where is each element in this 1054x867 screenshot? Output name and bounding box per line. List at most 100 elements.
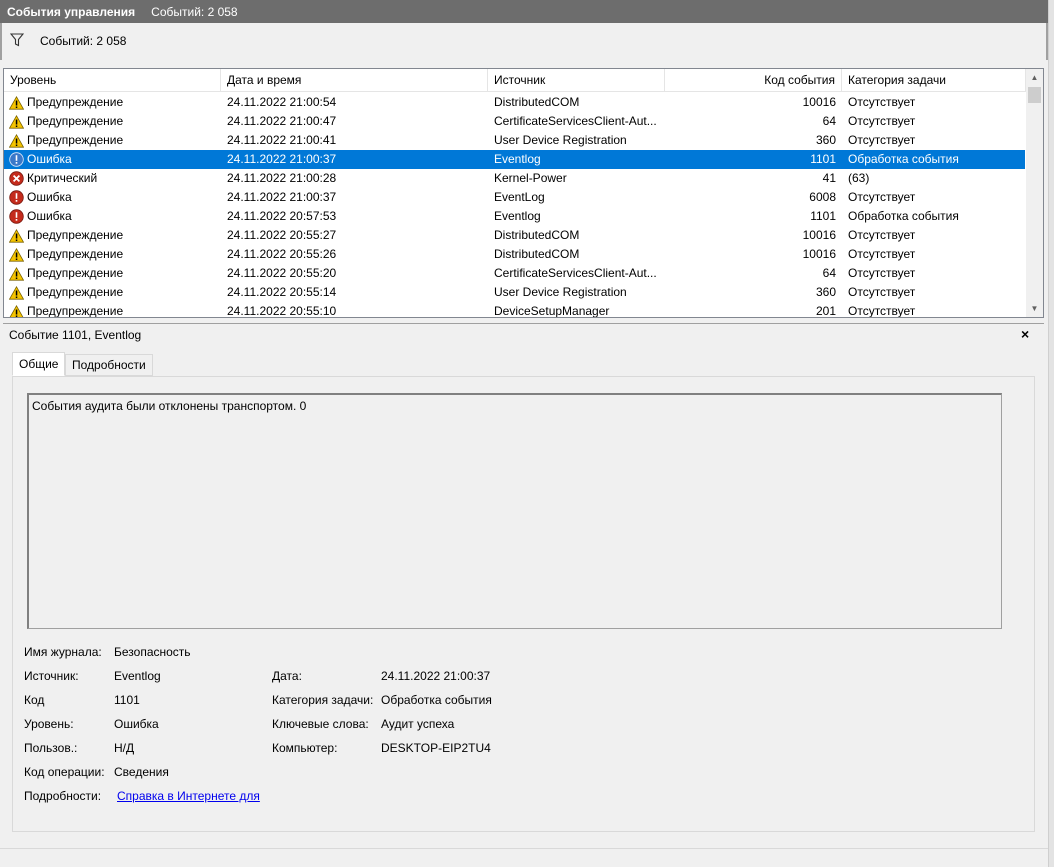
category-cell: Отсутствует: [848, 304, 916, 318]
warning-icon: [8, 95, 24, 111]
warning-icon: [8, 247, 24, 263]
online-help-link[interactable]: Справка в Интернете для: [117, 789, 260, 803]
code-cell: 64: [822, 114, 836, 128]
source-cell: Eventlog: [494, 152, 541, 166]
datetime-cell: 24.11.2022 21:00:41: [227, 133, 337, 147]
critical-icon: [8, 171, 24, 187]
warning-icon: [8, 133, 24, 149]
tab-general[interactable]: Общие: [12, 352, 66, 376]
code-value: 1101: [114, 693, 140, 707]
datetime-cell: 24.11.2022 20:55:14: [227, 285, 337, 299]
code-cell: 10016: [802, 95, 836, 109]
code-cell: 6008: [809, 190, 836, 204]
table-row[interactable]: Ошибка 24.11.2022 21:00:37 EventLog 6008 Отс…: [4, 188, 1025, 207]
log-name-label: Имя журнала:: [24, 645, 102, 659]
table-row[interactable]: Предупреждение 24.11.2022 20:55:14 User De…: [4, 283, 1025, 302]
level-cell: Предупреждение: [8, 264, 218, 283]
user-label: Пользов.:: [24, 741, 78, 755]
level-text: Ошибка: [27, 152, 72, 166]
table-row[interactable]: Предупреждение 24.11.2022 21:00:47 Certifi…: [4, 112, 1025, 131]
code-cell: 41: [822, 171, 836, 185]
category-cell: Отсутствует: [848, 114, 916, 128]
level-text: Критический: [27, 171, 98, 185]
level-cell: Предупреждение: [8, 112, 218, 131]
category-cell: Обработка события: [848, 209, 959, 223]
filter-icon[interactable]: [10, 33, 24, 47]
level-cell: Критический: [8, 169, 218, 188]
category-cell: Отсутствует: [848, 133, 916, 147]
table-row[interactable]: Предупреждение 24.11.2022 20:55:27 Distrib…: [4, 226, 1025, 245]
level-cell: Предупреждение: [8, 226, 218, 245]
column-header-level[interactable]: Уровень: [4, 69, 221, 92]
more-info-label: Подробности:: [24, 789, 102, 803]
event-rows: Предупреждение 24.11.2022 21:00:54 Distrib…: [4, 93, 1025, 318]
error-icon: [8, 152, 24, 168]
level-text: Ошибка: [27, 190, 72, 204]
warning-icon: [8, 228, 24, 244]
datetime-cell: 24.11.2022 21:00:37: [227, 152, 337, 166]
table-row[interactable]: Ошибка 24.11.2022 20:57:53 Eventlog 1101 Обр…: [4, 207, 1025, 226]
error-icon: [8, 190, 24, 206]
column-header-source[interactable]: Источник: [488, 69, 665, 92]
task-category-label: Категория задачи:: [272, 693, 374, 707]
close-icon[interactable]: ×: [1021, 326, 1029, 342]
category-cell: Отсутствует: [848, 247, 916, 261]
filter-bar: Событий: 2 058: [0, 23, 1048, 60]
code-cell: 1101: [810, 152, 836, 166]
level-text: Ошибка: [27, 209, 72, 223]
datetime-cell: 24.11.2022 20:57:53: [227, 209, 337, 223]
source-cell: CertificateServicesClient-Aut...: [494, 114, 657, 128]
status-bar: [0, 848, 1048, 867]
source-cell: DistributedCOM: [494, 228, 580, 242]
table-row[interactable]: Предупреждение 24.11.2022 21:00:41 User De…: [4, 131, 1025, 150]
log-name-value: Безопасность: [114, 645, 191, 659]
level-cell: Предупреждение: [8, 245, 218, 264]
event-count: Событий: 2 058: [151, 4, 238, 19]
code-cell: 201: [815, 304, 836, 318]
datetime-cell: 24.11.2022 20:55:27: [227, 228, 337, 242]
category-cell: Отсутствует: [848, 190, 916, 204]
description-box[interactable]: События аудита были отклонены транспорто…: [27, 393, 1002, 629]
source-cell: Kernel-Power: [494, 171, 567, 185]
table-row[interactable]: Предупреждение 24.11.2022 21:00:54 Distrib…: [4, 93, 1025, 112]
datetime-cell: 24.11.2022 20:55:20: [227, 266, 337, 280]
table-row[interactable]: Предупреждение 24.11.2022 20:55:20 Certifi…: [4, 264, 1025, 283]
column-header-code[interactable]: Код события: [665, 69, 842, 92]
level-cell: Предупреждение: [8, 283, 218, 302]
tab-details[interactable]: Подробности: [65, 354, 153, 376]
opcode-label: Код операции:: [24, 765, 105, 779]
source-value: Eventlog: [114, 669, 161, 683]
code-cell: 64: [822, 266, 836, 280]
column-header-datetime[interactable]: Дата и время: [221, 69, 488, 92]
table-row[interactable]: Предупреждение 24.11.2022 20:55:10 DeviceS…: [4, 302, 1025, 318]
datetime-cell: 24.11.2022 21:00:47: [227, 114, 337, 128]
pane-title-bar: События управления Событий: 2 058: [0, 0, 1048, 23]
code-cell: 10016: [802, 228, 836, 242]
event-list[interactable]: Уровень Дата и время Источник Код событи…: [3, 68, 1044, 318]
source-cell: DeviceSetupManager: [494, 304, 610, 318]
datetime-cell: 24.11.2022 20:55:10: [227, 304, 337, 318]
source-label: Источник:: [24, 669, 79, 683]
source-cell: Eventlog: [494, 209, 541, 223]
source-cell: EventLog: [494, 190, 545, 204]
source-cell: User Device Registration: [494, 285, 627, 299]
column-header-category[interactable]: Категория задачи: [842, 69, 1026, 92]
level-text: Предупреждение: [27, 228, 124, 242]
scroll-down-icon[interactable]: ▼: [1026, 300, 1043, 317]
code-cell: 360: [815, 285, 836, 299]
scroll-thumb[interactable]: [1028, 87, 1041, 103]
category-cell: Отсутствует: [848, 228, 916, 242]
datetime-cell: 24.11.2022 21:00:37: [227, 190, 337, 204]
source-cell: DistributedCOM: [494, 95, 580, 109]
table-row[interactable]: Предупреждение 24.11.2022 20:55:26 Distrib…: [4, 245, 1025, 264]
level-text: Предупреждение: [27, 95, 124, 109]
source-cell: DistributedCOM: [494, 247, 580, 261]
table-row[interactable]: Критический 24.11.2022 21:00:28 Kernel-Pow…: [4, 169, 1025, 188]
level-cell: Ошибка: [8, 188, 218, 207]
scroll-up-icon[interactable]: ▲: [1026, 69, 1043, 86]
splitter[interactable]: [1048, 0, 1054, 867]
source-cell: CertificateServicesClient-Aut...: [494, 266, 657, 280]
vertical-scrollbar[interactable]: ▲ ▼: [1026, 69, 1043, 317]
code-cell: 10016: [802, 247, 836, 261]
table-row[interactable]: Ошибка 24.11.2022 21:00:37 Eventlog 1101 Обр…: [4, 150, 1025, 169]
